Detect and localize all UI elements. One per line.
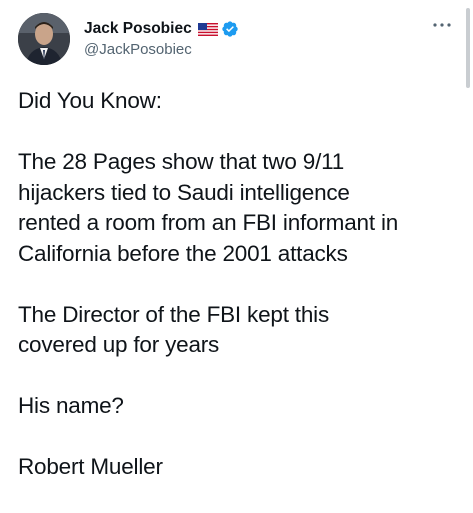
tweet-line: His name? [18, 393, 124, 418]
tweet-line: Did You Know: [18, 88, 162, 113]
tweet-text: Did You Know: The 28 Pages show that two… [18, 86, 463, 513]
author-info: Jack Posobiec @JackPosobiec [84, 19, 239, 58]
author-handle[interactable]: @JackPosobiec [84, 41, 239, 58]
tweet-line: covered up for years [18, 332, 220, 357]
us-flag-icon [197, 22, 218, 36]
tweet-line: rented a room from an FBI informant in [18, 210, 399, 235]
tweet-line: The Director of the FBI kept this [18, 301, 330, 327]
tweet-paragraph: Robert Mueller [18, 452, 463, 483]
tweet-paragraph: Did You Know: [18, 86, 463, 117]
avatar-photo-icon [18, 13, 70, 65]
display-name[interactable]: Jack Posobiec [84, 20, 192, 38]
scrollbar[interactable] [466, 8, 470, 88]
tweet-line: California before the 2001 attacks [18, 240, 348, 266]
tweet-line: hijackers tied to Saudi intelligence [18, 179, 350, 205]
tweet: Jack Posobiec @JackPosobiec Did You Know… [0, 0, 473, 500]
tweet-paragraph: The Director of the FBI kept this covere… [18, 300, 463, 361]
more-button[interactable] [430, 17, 454, 33]
tweet-line: The 28 Pages show that two 9/11 [18, 149, 345, 174]
more-horizontal-icon [433, 23, 451, 27]
tweet-paragraph: The 28 Pages show that two 9/11 hijacker… [18, 147, 463, 269]
verified-badge-icon [221, 20, 239, 38]
tweet-paragraph: His name? [18, 391, 463, 422]
tweet-header: Jack Posobiec @JackPosobiec [18, 13, 458, 69]
avatar[interactable] [18, 13, 70, 65]
name-row: Jack Posobiec [84, 19, 239, 39]
tweet-line: Robert Mueller [18, 454, 163, 479]
